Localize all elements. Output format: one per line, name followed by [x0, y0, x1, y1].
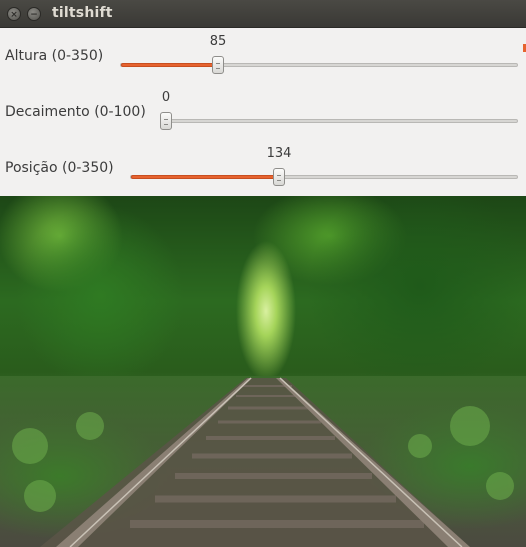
- slider-row-posicao: Posição (0-350) 134: [0, 140, 526, 196]
- slider-value-altura: 85: [209, 34, 227, 49]
- slider-value-decaimento: 0: [161, 90, 171, 105]
- slider-thumb-posicao[interactable]: [273, 168, 285, 186]
- slider-fill-altura: [121, 63, 219, 67]
- slider-label-decaimento: Decaimento (0-100): [5, 104, 146, 120]
- forest-railway-photo: [0, 196, 526, 547]
- slider-fill-posicao: [131, 175, 280, 179]
- slider-thumb-decaimento[interactable]: [160, 112, 172, 130]
- window-titlebar[interactable]: × − tiltshift: [0, 0, 526, 28]
- trackbar-panel: Altura (0-350) 85 Decaimento (0-100) 0 P…: [0, 28, 526, 196]
- minimize-icon[interactable]: −: [27, 7, 41, 21]
- window-title: tiltshift: [52, 5, 113, 21]
- slider-thumb-altura[interactable]: [212, 56, 224, 74]
- slider-label-posicao: Posição (0-350): [5, 160, 114, 176]
- slider-track-posicao[interactable]: [130, 175, 518, 179]
- close-icon[interactable]: ×: [7, 7, 21, 21]
- slider-row-decaimento: Decaimento (0-100) 0: [0, 84, 526, 140]
- slider-row-altura: Altura (0-350) 85: [0, 28, 526, 84]
- slider-value-posicao: 134: [266, 146, 292, 161]
- slider-label-altura: Altura (0-350): [5, 48, 104, 64]
- slider-track-altura[interactable]: [120, 63, 518, 67]
- railway-tracks: [12, 377, 514, 547]
- slider-track-decaimento[interactable]: [160, 119, 518, 123]
